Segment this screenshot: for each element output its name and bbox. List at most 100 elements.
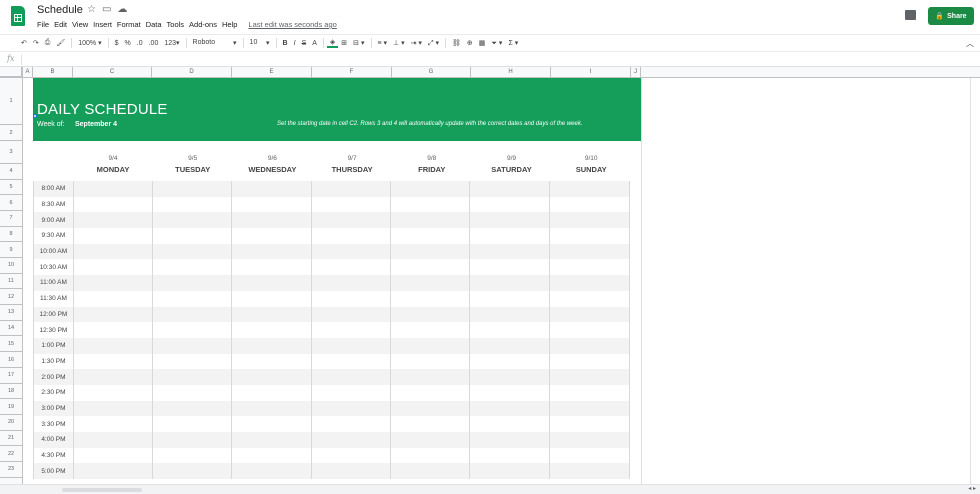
row-header[interactable]: 14: [0, 321, 22, 337]
schedule-cell[interactable]: [470, 384, 550, 401]
day-header[interactable]: 9/6 WEDNESDAY: [232, 155, 312, 174]
schedule-cell[interactable]: [312, 228, 392, 244]
schedule-cell[interactable]: [74, 228, 154, 244]
menu-edit[interactable]: Edit: [54, 20, 67, 29]
menu-insert[interactable]: Insert: [93, 20, 112, 29]
increase-decimal-button[interactable]: .00: [146, 40, 162, 47]
menu-view[interactable]: View: [72, 20, 88, 29]
schedule-cell[interactable]: [470, 353, 550, 370]
schedule-cell[interactable]: [232, 228, 312, 244]
schedule-cell[interactable]: [74, 181, 154, 197]
schedule-cell[interactable]: [470, 306, 550, 323]
time-slot[interactable]: 3:00 PM: [34, 400, 74, 417]
folder-icon[interactable]: ▭: [102, 4, 117, 15]
schedule-cell[interactable]: [550, 354, 629, 370]
time-slot[interactable]: 11:30 AM: [34, 290, 74, 307]
row-header[interactable]: 22: [0, 446, 22, 463]
strikethrough-button[interactable]: S: [299, 40, 310, 47]
schedule-cell[interactable]: [470, 337, 550, 354]
time-slot[interactable]: 1:00 PM: [34, 337, 74, 354]
schedule-cell[interactable]: [470, 212, 550, 229]
paint-format-icon[interactable]: 🖌: [53, 39, 68, 47]
schedule-cell[interactable]: [74, 243, 154, 260]
schedule-cell[interactable]: [391, 196, 471, 213]
decrease-decimal-button[interactable]: .0: [134, 40, 146, 47]
schedule-cell[interactable]: [550, 385, 629, 401]
last-edit-link[interactable]: Last edit was seconds ago: [248, 20, 336, 29]
share-button[interactable]: 🔒 Share: [928, 7, 974, 25]
schedule-cell[interactable]: [470, 416, 550, 432]
print-icon[interactable]: ⎙: [42, 39, 54, 47]
schedule-cell[interactable]: [232, 416, 312, 432]
insert-comment-icon[interactable]: ⊕: [464, 39, 476, 47]
schedule-cell[interactable]: [470, 322, 550, 338]
schedule-cell[interactable]: [74, 275, 154, 291]
schedule-cell[interactable]: [232, 400, 312, 417]
functions-icon[interactable]: Σ ▾: [505, 39, 521, 47]
instructions-note[interactable]: Set the starting date in cell C2. Rows 3…: [277, 121, 583, 127]
column-header-c[interactable]: C: [73, 67, 152, 78]
schedule-cell[interactable]: [550, 432, 629, 448]
vertical-scrollbar[interactable]: [970, 78, 980, 484]
time-slot[interactable]: 11:00 AM: [34, 275, 74, 291]
menu-file[interactable]: File: [37, 20, 49, 29]
time-slot[interactable]: 3:30 PM: [34, 416, 74, 432]
schedule-cell[interactable]: [153, 369, 233, 385]
schedule-cell[interactable]: [153, 243, 233, 260]
schedule-cell[interactable]: [470, 181, 550, 197]
schedule-cell[interactable]: [74, 290, 154, 307]
schedule-cell[interactable]: [312, 369, 392, 385]
schedule-cell[interactable]: [391, 463, 471, 480]
column-header-h[interactable]: H: [471, 67, 551, 78]
schedule-cell[interactable]: [232, 243, 312, 260]
schedule-cell[interactable]: [391, 243, 471, 260]
bold-button[interactable]: B: [280, 40, 291, 47]
schedule-cell[interactable]: [391, 416, 471, 432]
schedule-cell[interactable]: [74, 353, 154, 370]
schedule-cell[interactable]: [470, 196, 550, 213]
schedule-cell[interactable]: [153, 196, 233, 213]
star-icon[interactable]: ☆: [87, 4, 102, 15]
schedule-cell[interactable]: [232, 322, 312, 338]
schedule-cell[interactable]: [312, 353, 392, 370]
row-header[interactable]: 8: [0, 227, 22, 243]
column-header-a[interactable]: A: [23, 67, 33, 78]
scroll-arrows-icon[interactable]: ◂ ▸: [968, 485, 976, 492]
schedule-cell[interactable]: [550, 291, 629, 307]
schedule-cell[interactable]: [232, 432, 312, 448]
schedule-cell[interactable]: [550, 181, 629, 197]
schedule-cell[interactable]: [470, 275, 550, 291]
schedule-cell[interactable]: [153, 432, 233, 448]
horizontal-scrollbar[interactable]: ◂ ▸: [0, 484, 980, 494]
filter-icon[interactable]: ⏷ ▾: [488, 39, 505, 48]
vertical-align-icon[interactable]: ⊥ ▾: [390, 39, 408, 47]
time-slot[interactable]: 10:00 AM: [34, 243, 74, 260]
horizontal-align-icon[interactable]: ≡ ▾: [375, 39, 391, 47]
schedule-cell[interactable]: [550, 416, 629, 432]
collapse-menu-icon[interactable]: ︿: [966, 38, 974, 49]
time-slot[interactable]: 1:30 PM: [34, 353, 74, 370]
column-header-g[interactable]: G: [392, 67, 471, 78]
schedule-cell[interactable]: [391, 337, 471, 354]
schedule-cell[interactable]: [74, 322, 154, 338]
schedule-cell[interactable]: [470, 369, 550, 385]
insert-chart-icon[interactable]: ▦: [476, 39, 489, 47]
schedule-title[interactable]: DAILY SCHEDULE: [37, 101, 168, 118]
time-slot[interactable]: 12:30 PM: [34, 322, 74, 338]
menu-tools[interactable]: Tools: [167, 20, 185, 29]
schedule-cell[interactable]: [391, 259, 471, 276]
row-header[interactable]: 23: [0, 462, 22, 478]
schedule-cell[interactable]: [232, 259, 312, 276]
selection-handle[interactable]: [33, 114, 37, 118]
schedule-cell[interactable]: [153, 400, 233, 417]
schedule-cell[interactable]: [391, 432, 471, 448]
column-header-f[interactable]: F: [312, 67, 392, 78]
schedule-cell[interactable]: [312, 259, 392, 276]
schedule-cell[interactable]: [153, 416, 233, 432]
schedule-cell[interactable]: [391, 275, 471, 291]
schedule-cell[interactable]: [74, 196, 154, 213]
schedule-cell[interactable]: [550, 212, 629, 228]
text-rotation-icon[interactable]: ⤢ ▾: [425, 39, 442, 48]
day-header[interactable]: 9/4 MONDAY: [73, 155, 153, 174]
schedule-cell[interactable]: [470, 463, 550, 480]
